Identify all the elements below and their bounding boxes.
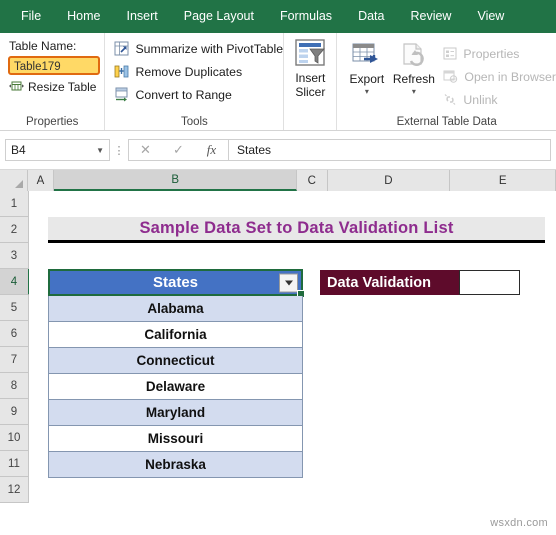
name-box-value: B4 [11,143,26,157]
table-row[interactable]: Maryland [48,400,303,426]
table-row[interactable]: Delaware [48,374,303,400]
data-validation-input-cell[interactable] [459,270,520,295]
insert-slicer-icon [294,39,326,68]
row-header-5[interactable]: 5 [0,295,28,321]
cancel-icon[interactable]: ✕ [129,142,162,158]
export-icon [352,43,382,69]
cell-canvas: Sample Data Set to Data Validation List … [29,191,556,503]
table-row[interactable]: Connecticut [48,348,303,374]
row-header-column: 1 2 3 4 5 6 7 8 9 10 11 12 [0,191,30,503]
convert-to-range-button[interactable]: Convert to Range [114,83,283,106]
export-label: Export [349,72,385,86]
name-box[interactable]: B4 ▼ [5,139,110,161]
row-header-11[interactable]: 11 [0,451,28,477]
column-header-row: A B C D E [0,170,556,191]
filter-dropdown-icon[interactable] [279,273,298,292]
data-validation-label-cell: Data Validation [320,270,459,295]
column-header-c[interactable]: C [297,170,328,191]
unlink-button: Unlink [443,88,556,111]
row-header-3[interactable]: 3 [0,243,28,269]
properties-group-label: Properties [26,116,79,128]
open-in-browser-label: Open in Browser [464,69,556,84]
table-row[interactable]: California [48,322,303,348]
row-header-8[interactable]: 8 [0,373,28,399]
tab-review[interactable]: Review [397,0,464,33]
tab-file[interactable]: File [8,0,54,33]
row-header-2[interactable]: 2 [0,217,28,243]
tab-view[interactable]: View [464,0,517,33]
convert-to-range-icon [114,87,129,102]
table-header-cell-states[interactable]: States [48,269,305,298]
table-row[interactable]: Nebraska [48,452,303,478]
ribbon-group-external-table-data: Export ▾ Refresh ▾ Properties Open in Br… [336,33,556,130]
tab-insert[interactable]: Insert [114,0,171,33]
remove-duplicates-button[interactable]: Remove Duplicates [114,60,283,83]
properties-button: Properties [443,42,556,65]
insert-function-icon[interactable]: fx [195,142,228,158]
ribbon-tab-bar: File Home Insert Page Layout Formulas Da… [0,0,556,33]
formula-bar-buttons: ✕ ✓ fx [128,139,228,161]
table-name-input[interactable]: Table179 [8,56,100,75]
row-header-9[interactable]: 9 [0,399,28,425]
row-header-6[interactable]: 6 [0,321,28,347]
row-header-4[interactable]: 4 [0,269,30,295]
column-header-e[interactable]: E [450,170,556,191]
export-chevron-down-icon[interactable]: ▾ [365,87,369,96]
row-header-1[interactable]: 1 [0,191,28,217]
table-row[interactable]: Missouri [48,426,303,452]
pivot-table-icon [114,41,129,56]
row-header-7[interactable]: 7 [0,347,28,373]
refresh-label: Refresh [392,72,435,86]
ribbon-group-tools: Summarize with PivotTable Remove Duplica… [104,33,283,130]
refresh-icon [399,43,429,69]
unlink-icon [443,93,457,106]
watermark: wsxdn.com [490,517,548,529]
name-box-chevron-down-icon[interactable]: ▼ [96,146,104,155]
open-in-browser-icon [443,70,458,83]
formula-input[interactable]: States [228,139,551,161]
ribbon-group-properties: Table Name: Table179 Resize Table Proper… [0,33,104,130]
sheet-title-cell[interactable]: Sample Data Set to Data Validation List [48,217,545,243]
formula-bar-divider: ⋮ [113,144,125,157]
formula-bar: B4 ▼ ⋮ ✕ ✓ fx States [0,131,556,170]
ribbon-body: Table Name: Table179 Resize Table Proper… [0,33,556,131]
spreadsheet: A B C D E 1 2 3 4 5 6 7 8 9 10 11 12 Sam… [0,170,556,533]
remove-duplicates-label: Remove Duplicates [135,64,243,79]
summarize-with-pivottable-button[interactable]: Summarize with PivotTable [114,37,283,60]
table-header-label: States [152,274,199,291]
remove-duplicates-icon [114,64,129,79]
properties-icon [443,47,457,60]
grid-body: 1 2 3 4 5 6 7 8 9 10 11 12 Sample Data S… [0,191,556,503]
tab-data[interactable]: Data [345,0,397,33]
confirm-icon[interactable]: ✓ [162,142,195,158]
tab-formulas[interactable]: Formulas [267,0,345,33]
convert-to-range-label: Convert to Range [135,87,232,102]
resize-table-button[interactable]: Resize Table [9,80,104,94]
open-in-browser-button: Open in Browser [443,65,556,88]
refresh-chevron-down-icon[interactable]: ▾ [412,87,416,96]
column-header-d[interactable]: D [327,170,451,191]
resize-table-label: Resize Table [28,80,97,94]
properties-label: Properties [463,46,520,61]
row-header-10[interactable]: 10 [0,425,28,451]
ribbon-group-slicer[interactable]: Insert Slicer [283,33,336,130]
summarize-with-pivottable-label: Summarize with PivotTable [135,41,284,56]
tools-group-label: Tools [180,116,208,128]
column-header-a[interactable]: A [27,170,55,191]
row-header-12[interactable]: 12 [0,477,28,503]
resize-table-icon [9,81,24,94]
table-row[interactable]: Alabama [48,296,303,322]
table-name-label: Table Name: [9,39,77,53]
insert-slicer-label: Insert Slicer [295,71,326,99]
tab-page-layout[interactable]: Page Layout [171,0,267,33]
external-table-data-group-label: External Table Data [396,116,497,128]
tab-home[interactable]: Home [54,0,113,33]
unlink-label: Unlink [463,92,498,107]
select-all-corner[interactable] [0,170,28,191]
column-header-b[interactable]: B [54,170,298,191]
